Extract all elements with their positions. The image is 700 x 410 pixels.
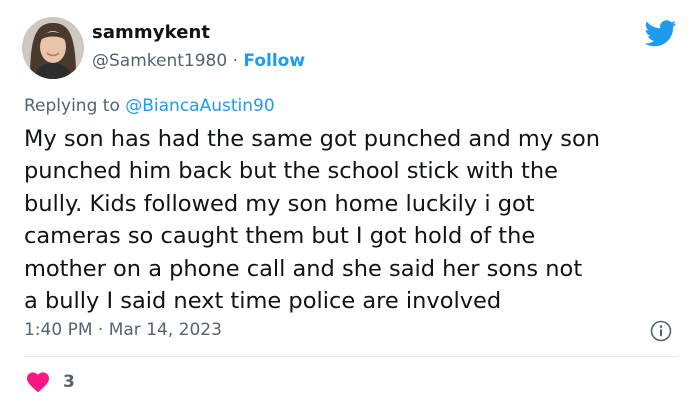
display-name[interactable]: sammykent — [92, 22, 210, 43]
like-count[interactable]: 3 — [63, 372, 75, 392]
replying-prefix: Replying to — [24, 96, 120, 116]
tweet-text: My son has had the same got punched and … — [24, 126, 601, 315]
avatar[interactable] — [22, 17, 84, 79]
user-handle[interactable]: @Samkent1980 — [92, 51, 227, 71]
reply-mention-link[interactable]: @BiancaAustin90 — [125, 96, 274, 116]
divider — [24, 356, 678, 357]
replying-to-line: Replying to @BiancaAustin90 — [24, 96, 275, 116]
tweet-date[interactable]: Mar 14, 2023 — [109, 320, 222, 340]
date-separator: · — [97, 320, 104, 340]
follow-button[interactable]: Follow — [243, 51, 305, 71]
twitter-bird-icon[interactable] — [645, 20, 677, 47]
separator-dot: · — [232, 51, 238, 71]
timestamp[interactable]: 1:40 PM · Mar 14, 2023 — [24, 320, 222, 340]
handle-row: @Samkent1980 · Follow — [92, 51, 305, 71]
tweet-time[interactable]: 1:40 PM — [24, 320, 93, 340]
info-icon[interactable] — [650, 320, 672, 342]
heart-icon[interactable] — [26, 371, 50, 393]
